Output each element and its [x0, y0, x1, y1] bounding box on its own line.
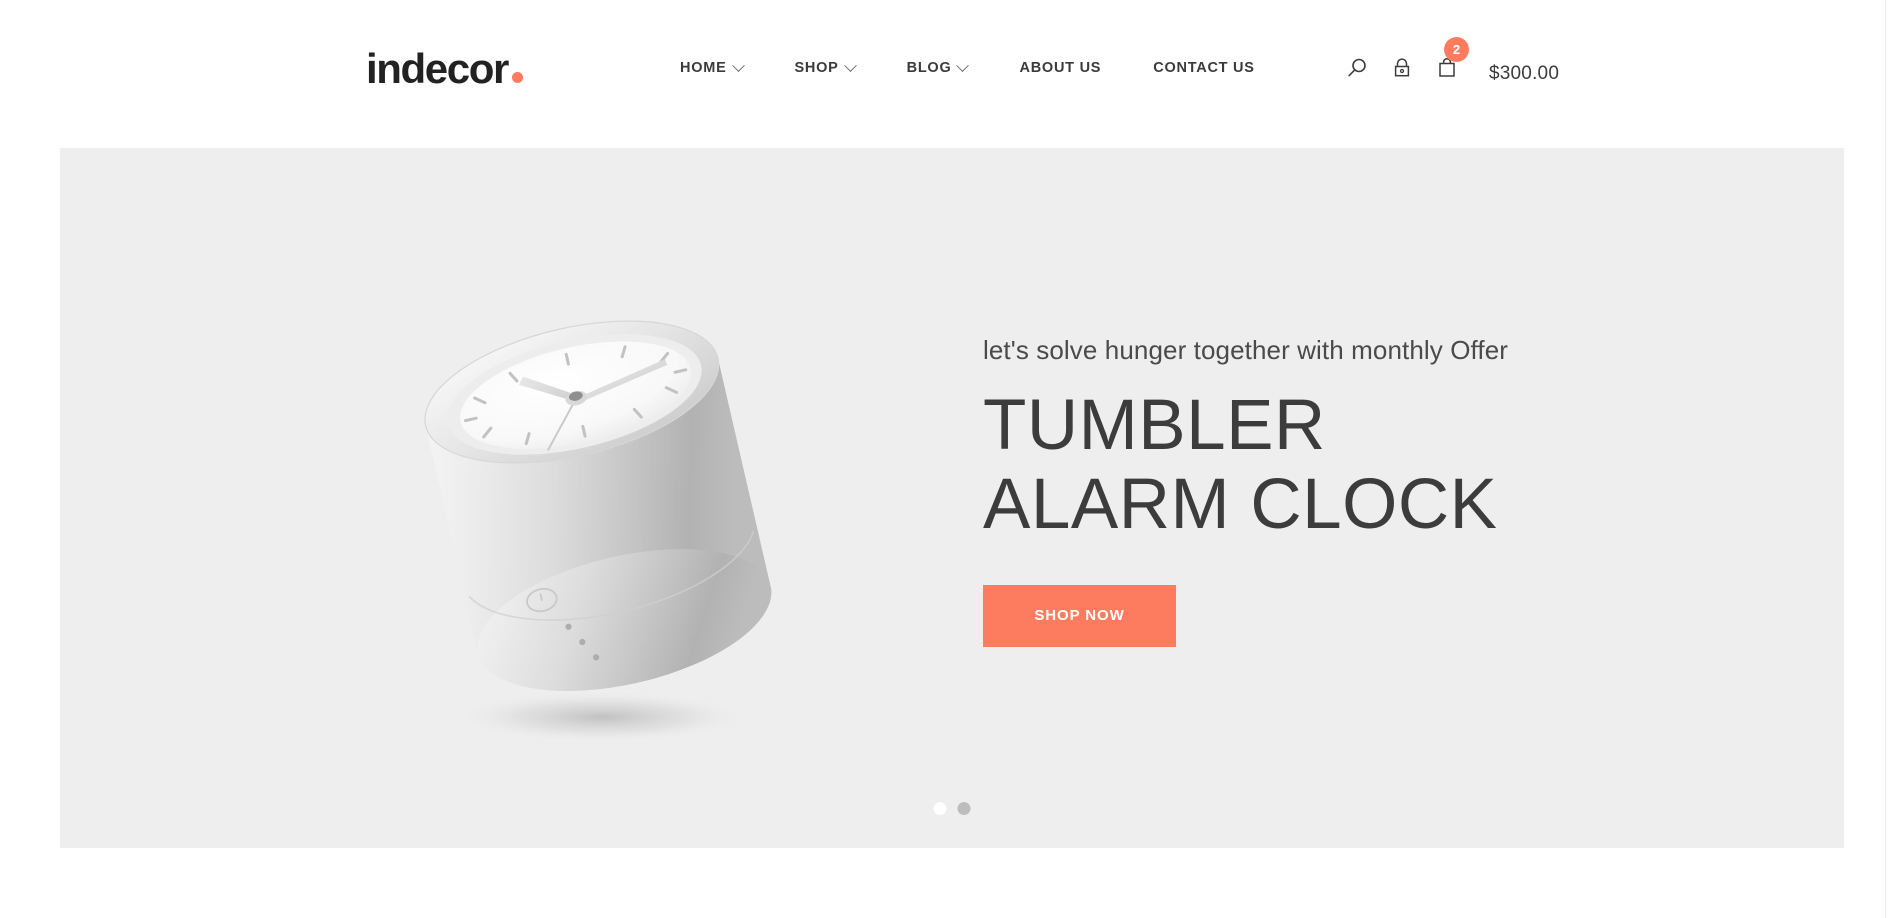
- slider-pagination: [933, 802, 971, 815]
- header-tools: 2 $300.00: [1340, 37, 1559, 85]
- cart-total-amount[interactable]: $300.00: [1489, 63, 1559, 85]
- hero-eyebrow: let's solve hunger together with monthly…: [983, 335, 1509, 365]
- nav-item-home[interactable]: HOME: [680, 58, 781, 76]
- cart-count-badge: 2: [1444, 37, 1469, 62]
- nav-item-blog[interactable]: BLOG: [906, 58, 1006, 76]
- nav-item-label: SHOP: [794, 60, 839, 76]
- nav-item-label: ABOUT US: [1019, 60, 1102, 76]
- hero-title: TUMBLER ALARM CLOCK: [983, 385, 1498, 545]
- page-root: indecor HOME SHOP BLOG ABOUT US CONTACT …: [0, 0, 1904, 918]
- slider-dot-2[interactable]: [957, 802, 971, 815]
- nav-item-about-us[interactable]: ABOUT US: [1019, 60, 1139, 76]
- brand-name: indecor: [366, 45, 509, 92]
- brand-dot-icon: [511, 72, 523, 83]
- hero-slider: let's solve hunger together with monthly…: [60, 148, 1844, 848]
- chevron-down-icon: [843, 58, 857, 72]
- lock-icon[interactable]: [1385, 51, 1419, 85]
- site-header: indecor HOME SHOP BLOG ABOUT US CONTACT …: [0, 0, 1890, 148]
- search-icon[interactable]: [1340, 51, 1374, 85]
- chevron-down-icon: [731, 58, 745, 72]
- nav-item-label: HOME: [680, 60, 727, 76]
- nav-item-label: BLOG: [906, 60, 952, 76]
- nav-item-contact-us[interactable]: CONTACT US: [1153, 60, 1254, 76]
- main-navigation: HOME SHOP BLOG ABOUT US CONTACT US: [680, 58, 1255, 76]
- cart-widget[interactable]: 2 $300.00: [1430, 37, 1559, 85]
- slider-dot-1[interactable]: [933, 802, 947, 815]
- hero-copy: let's solve hunger together with monthly…: [983, 334, 1723, 647]
- shop-now-button[interactable]: SHOP NOW: [983, 584, 1176, 647]
- brand-logo[interactable]: indecor: [366, 48, 523, 90]
- nav-item-label: CONTACT US: [1153, 60, 1255, 76]
- nav-item-shop[interactable]: SHOP: [794, 58, 893, 76]
- hero-product-image: [370, 193, 930, 793]
- chevron-down-icon: [956, 58, 970, 72]
- scrollbar-track[interactable]: [1885, 0, 1886, 918]
